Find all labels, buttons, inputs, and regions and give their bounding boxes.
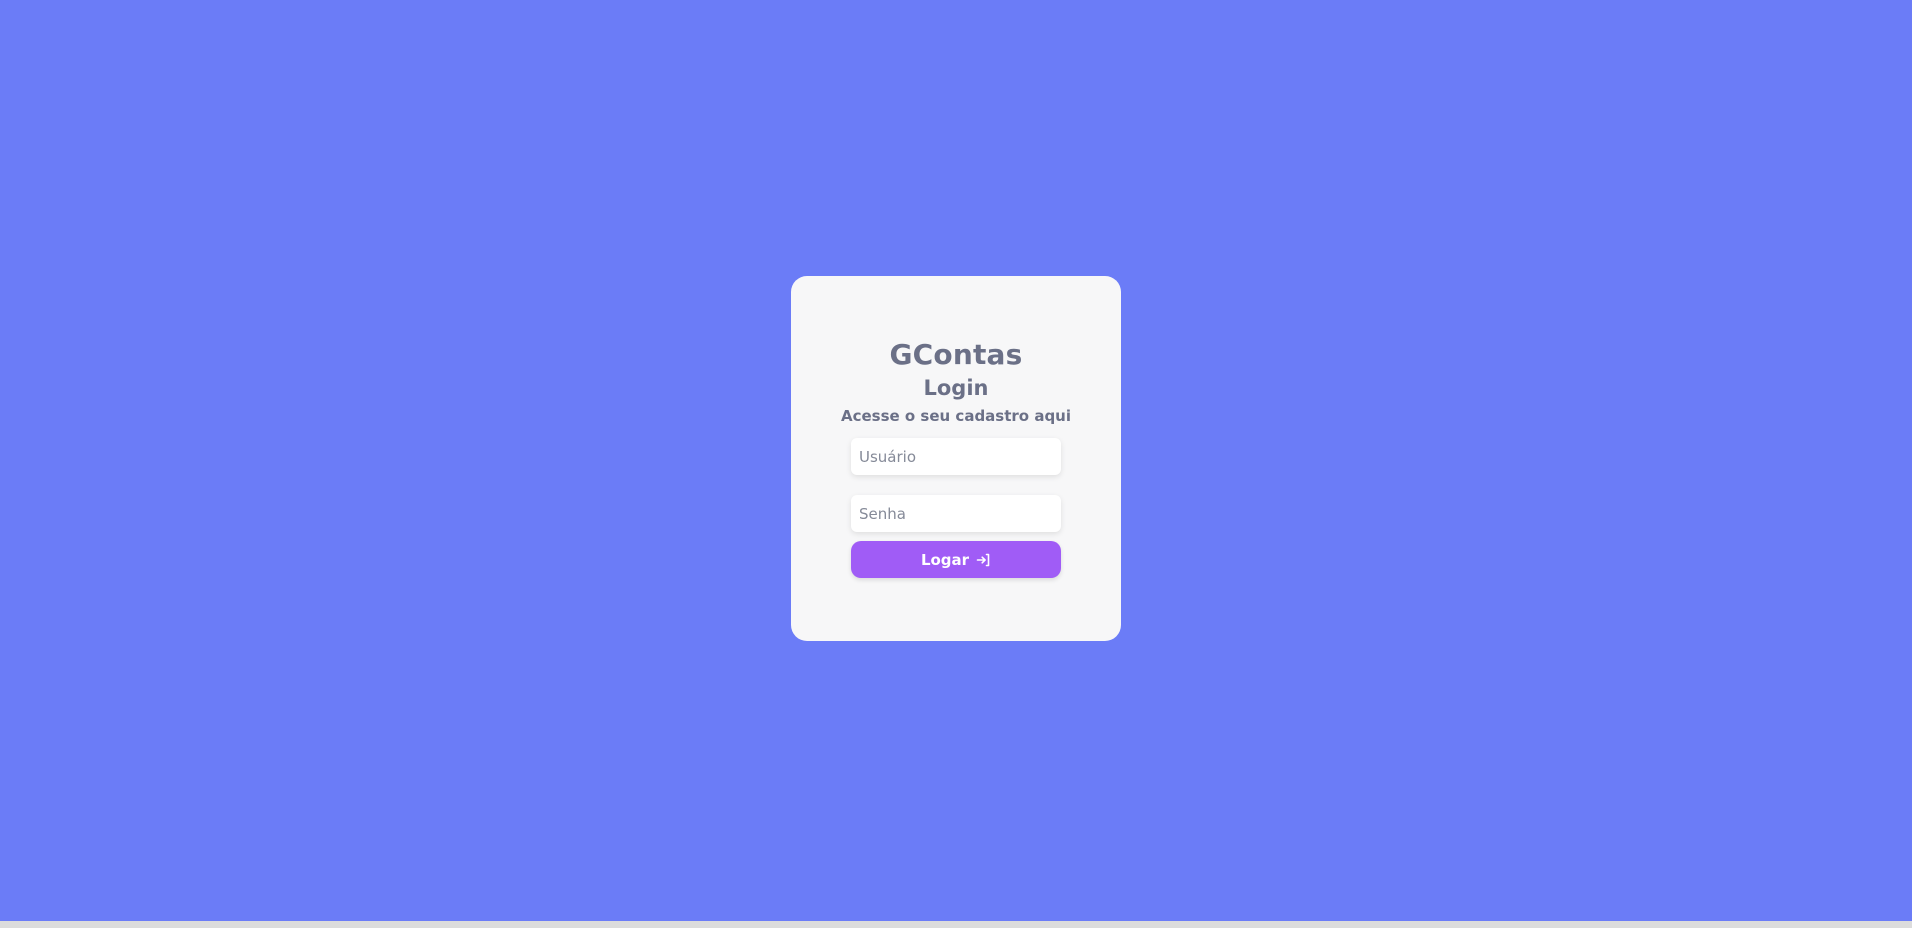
bottom-scrollbar[interactable] [0,921,1912,928]
login-button-label: Logar [920,550,970,569]
page-background: GContas Login Acesse o seu cadastro aqui… [0,0,1912,921]
login-card: GContas Login Acesse o seu cadastro aqui… [791,276,1121,641]
page-title: Login [923,376,989,400]
page-subtitle: Acesse o seu cadastro aqui [840,407,1072,425]
password-input[interactable] [851,495,1061,532]
username-input[interactable] [851,438,1061,475]
login-arrow-icon [975,552,991,568]
login-button[interactable]: Logar [851,541,1061,578]
brand-title: GContas [889,338,1023,371]
